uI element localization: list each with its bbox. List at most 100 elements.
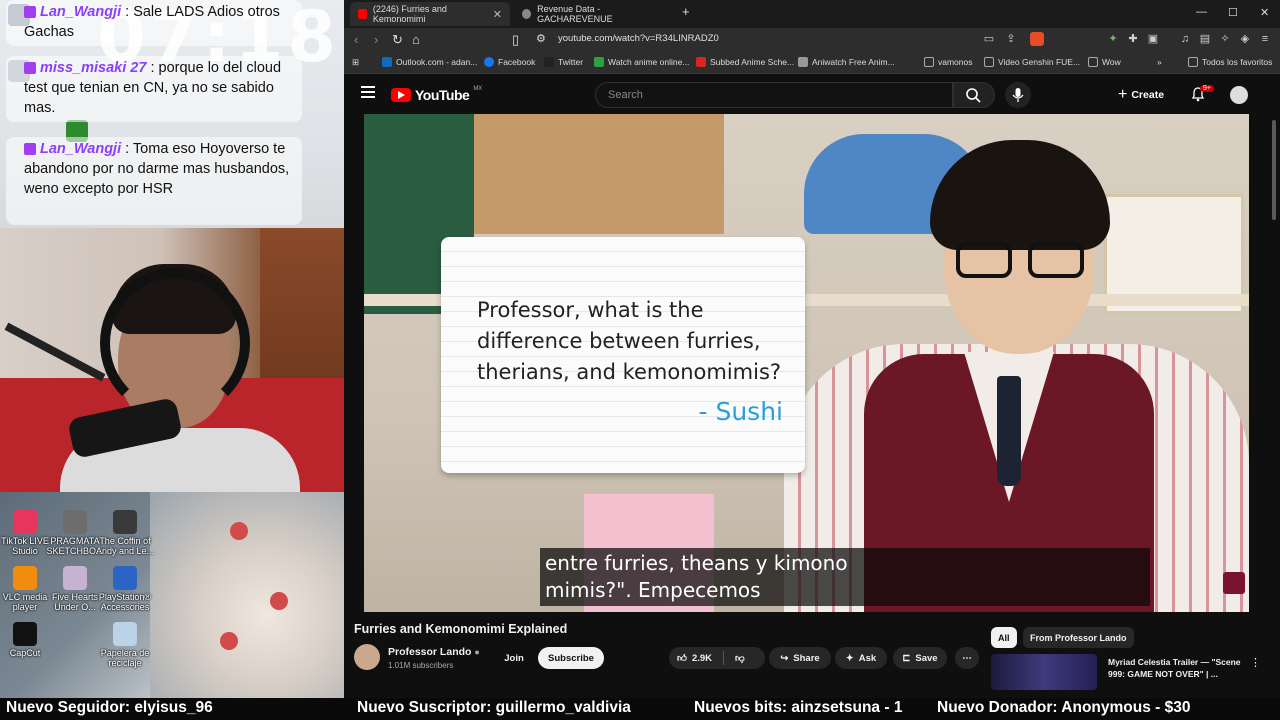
tab-bar: (2246) Furries and Kemonomimi ✕ Revenue … (344, 0, 1280, 28)
close-tab-icon[interactable]: ✕ (493, 8, 502, 21)
desktop-icon-label: Five Hearts Under O... (51, 592, 98, 612)
brave-shield-icon[interactable] (1030, 32, 1044, 46)
chip-all[interactable]: All (991, 627, 1017, 648)
youtube-play-icon (391, 88, 411, 102)
ticker-new-follower: Nuevo Seguidor: elyisus_96 (6, 699, 213, 716)
extension-icon[interactable]: ✦ (1106, 32, 1120, 46)
capcut-icon (13, 622, 37, 646)
coffin-game-icon (113, 510, 137, 534)
search-button[interactable] (953, 82, 995, 108)
share-button[interactable]: ↪ Share (769, 647, 831, 669)
home-icon[interactable]: ⌂ (412, 32, 420, 47)
bookmark-watch-anime[interactable]: Watch anime online... (594, 57, 689, 67)
ticker-new-bits: Nuevos bits: ainzsetsuna - 1 (694, 699, 903, 716)
ask-label: Ask (858, 652, 877, 664)
like-button[interactable]: 👍︎ 2.9K (677, 652, 712, 665)
ai-icon[interactable]: ✧ (1218, 32, 1232, 46)
recycle-bin-icon (113, 622, 137, 646)
anime-site-icon (594, 57, 604, 67)
webcam-feed (0, 228, 344, 492)
desktop-icon-playstation[interactable]: PlayStation® Accessories (94, 566, 156, 612)
ask-button[interactable]: ✦ Ask (835, 647, 887, 669)
desktop-icon-capcut[interactable]: CapCut (0, 622, 56, 658)
channel-watermark-icon[interactable] (1223, 572, 1245, 594)
dislike-button[interactable]: 👎︎ (735, 652, 745, 664)
bookmark-wow[interactable]: Wow (1088, 57, 1121, 67)
url-field[interactable]: youtube.com/watch?v=R34LINRADZ0 (558, 33, 719, 44)
maximize-button[interactable]: ☐ (1228, 6, 1238, 19)
minimize-button[interactable]: — (1196, 6, 1207, 18)
wallet-icon[interactable]: ▤ (1198, 32, 1212, 46)
voice-search-button[interactable] (1005, 82, 1031, 108)
browser-window: (2246) Furries and Kemonomimi ✕ Revenue … (344, 0, 1280, 698)
five-hearts-icon (63, 566, 87, 590)
forward-icon[interactable]: › (374, 32, 378, 47)
bookmark-video-genshin[interactable]: Video Genshin FUE... (984, 57, 1080, 67)
youtube-wordmark: YouTube (415, 87, 470, 103)
bookmark-vamonos[interactable]: vamonos (924, 57, 973, 67)
puzzle-icon[interactable]: ✚ (1126, 32, 1140, 46)
share-label: Share (793, 652, 820, 664)
subscriber-count: 1.01M subscribers (388, 661, 454, 670)
subscriber-badge-icon (24, 143, 36, 156)
folder-icon (924, 57, 934, 67)
back-icon[interactable]: ‹ (354, 32, 358, 47)
search-input[interactable] (596, 83, 952, 107)
share-page-icon[interactable]: ⇪ (1004, 32, 1018, 46)
install-icon[interactable]: ▭ (982, 32, 996, 46)
sidebar-icon[interactable]: ▣ (1146, 32, 1160, 46)
save-button[interactable]: ⊏ Save (893, 647, 947, 669)
site-info-icon[interactable]: ⚙ (536, 32, 546, 45)
desktop-icon-label: Papelera de reciclaje (100, 648, 150, 668)
recommendation-thumbnail[interactable] (991, 654, 1097, 690)
close-window-button[interactable]: ✕ (1260, 6, 1269, 19)
hamburger-menu-icon[interactable] (361, 86, 375, 98)
recommendation-title[interactable]: Myriad Celestia Trailer — "Scene 999: GA… (1108, 656, 1258, 680)
bookmark-outlook[interactable]: Outlook.com - adan... (382, 57, 477, 67)
tab-revenue-data[interactable]: Revenue Data - GACHAREVENUE (514, 2, 674, 26)
subscribe-button[interactable]: Subscribe (538, 647, 604, 669)
glasses-icon (956, 242, 1012, 278)
search-box[interactable] (595, 82, 953, 108)
page-scrollbar[interactable] (1272, 120, 1276, 220)
desktop-icon-coffin[interactable]: The Coffin of Andy and Le... (94, 510, 156, 556)
presenter-tie (997, 376, 1021, 486)
join-button[interactable]: Join (499, 647, 529, 669)
bookmark-subbed-anime[interactable]: Subbed Anime Sche... (696, 57, 794, 67)
share-icon: ↪ (780, 652, 789, 664)
wallpaper-flower (270, 592, 288, 610)
thumbs-up-icon: 👍︎ (677, 653, 687, 664)
menu-icon[interactable]: ≡ (1258, 32, 1272, 46)
recommendation-menu-icon[interactable]: ⋮ (1250, 656, 1261, 669)
vpn-icon[interactable]: ◈ (1238, 32, 1252, 46)
folder-icon (984, 57, 994, 67)
desktop-wallpaper: TikTok LIVE Studio PRAGMATA SKETCHBO... … (0, 492, 344, 698)
stream-event-ticker: Nuevo Seguidor: elyisus_96 Nuevo Suscrip… (0, 698, 1280, 720)
more-actions-button[interactable]: ⋯ (955, 647, 979, 669)
bookmark-aniwatch[interactable]: Aniwatch Free Anim... (798, 57, 895, 67)
save-label: Save (915, 652, 938, 664)
desktop-icon-recycle-bin[interactable]: Papelera de reciclaje (94, 622, 156, 668)
video-player[interactable]: Professor, what is the difference betwee… (364, 114, 1249, 612)
music-icon[interactable]: ♫ (1178, 32, 1192, 46)
bookmark-twitter[interactable]: Twitter (544, 57, 583, 67)
like-dislike-group: 👍︎ 2.9K 👎︎ (669, 647, 765, 669)
account-avatar[interactable] (1230, 86, 1248, 104)
channel-name[interactable]: Professor Lando ● (388, 646, 480, 658)
tab-youtube[interactable]: (2246) Furries and Kemonomimi ✕ (350, 2, 510, 26)
bookmarks-overflow-button[interactable]: » (1157, 57, 1162, 67)
bookmark-facebook[interactable]: Facebook (484, 57, 535, 67)
bookmark-icon[interactable]: ▯ (512, 32, 519, 48)
channel-avatar[interactable] (354, 644, 380, 670)
all-bookmarks-button[interactable]: Todos los favoritos (1188, 57, 1272, 67)
reload-icon[interactable]: ↻ (392, 32, 403, 48)
new-tab-button[interactable]: + (682, 4, 690, 19)
chat-panel: 07:18 Lan_Wangji : Sale LADS Adios otros… (0, 0, 344, 228)
subscriber-badge-icon (24, 6, 36, 19)
youtube-logo[interactable]: YouTube MX (391, 86, 482, 103)
apps-grid-icon[interactable]: ⊞ (352, 57, 359, 68)
chat-message: miss_misaki 27 : porque lo del cloud tes… (6, 56, 302, 122)
chip-from-channel[interactable]: From Professor Lando (1023, 627, 1134, 648)
divider (723, 651, 725, 665)
create-button[interactable]: + Create (1118, 84, 1164, 106)
